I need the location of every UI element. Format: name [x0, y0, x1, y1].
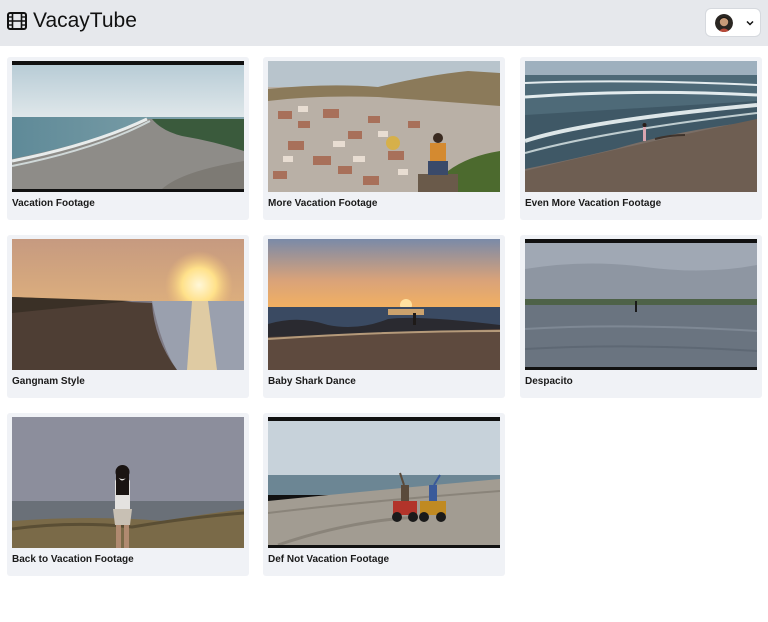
video-card[interactable]: More Vacation Footage [263, 57, 505, 220]
user-avatar [715, 13, 733, 32]
video-thumbnail[interactable] [268, 61, 500, 192]
video-card[interactable]: Def Not Vacation Footage [263, 413, 505, 576]
video-thumbnail[interactable] [268, 417, 500, 548]
video-card[interactable]: Gangnam Style [7, 235, 249, 398]
video-thumbnail[interactable] [525, 61, 757, 192]
video-title[interactable]: Despacito [525, 376, 573, 388]
chevron-down-icon [746, 20, 754, 26]
video-thumbnail[interactable] [268, 239, 500, 370]
video-card[interactable]: Despacito [520, 235, 762, 398]
top-bar: VacayTube [0, 0, 768, 46]
video-title[interactable]: Vacation Footage [12, 198, 95, 210]
video-card[interactable]: Even More Vacation Footage [520, 57, 762, 220]
video-title[interactable]: Baby Shark Dance [268, 376, 356, 388]
video-title[interactable]: Even More Vacation Footage [525, 198, 661, 210]
video-thumbnail[interactable] [12, 417, 244, 548]
video-thumbnail[interactable] [12, 61, 244, 192]
film-icon [7, 12, 27, 30]
video-card[interactable]: Baby Shark Dance [263, 235, 505, 398]
video-title[interactable]: Def Not Vacation Footage [268, 554, 389, 566]
brand[interactable]: VacayTube [7, 9, 137, 33]
video-card[interactable]: Back to Vacation Footage [7, 413, 249, 576]
video-title[interactable]: Back to Vacation Footage [12, 554, 134, 566]
app-name: VacayTube [33, 9, 137, 32]
video-card[interactable]: Vacation Footage [7, 57, 249, 220]
user-menu-button[interactable] [705, 8, 761, 37]
video-title[interactable]: Gangnam Style [12, 376, 85, 388]
video-title[interactable]: More Vacation Footage [268, 198, 377, 210]
video-thumbnail[interactable] [525, 239, 757, 370]
video-thumbnail[interactable] [12, 239, 244, 370]
